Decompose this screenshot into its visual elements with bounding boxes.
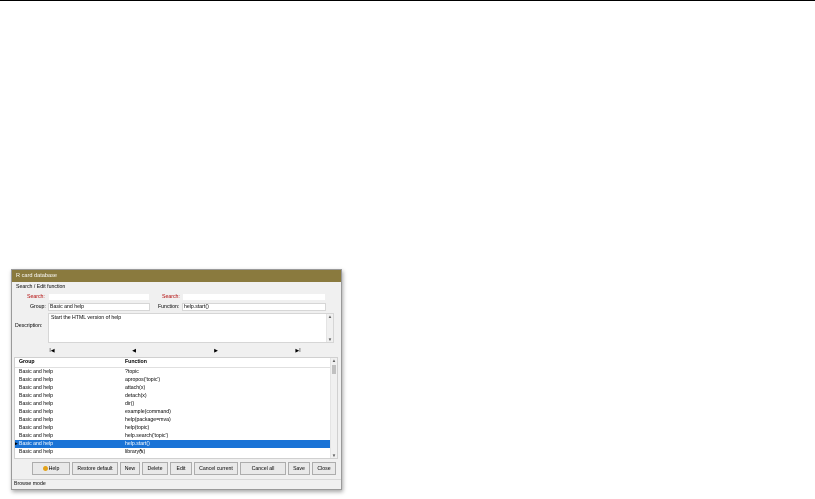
cancel-current-button[interactable]: Cancel current	[194, 462, 238, 475]
group-field[interactable]: Basic and help	[48, 303, 150, 311]
cell-group[interactable]: Basic and help	[19, 376, 53, 384]
column-header-function[interactable]: Function	[125, 358, 147, 367]
table-header: Group Function	[15, 358, 337, 368]
cell-function[interactable]: apropos('topic')	[125, 376, 160, 384]
cell-group[interactable]: Basic and help	[19, 400, 53, 408]
restore-default-button[interactable]: Restore default	[72, 462, 118, 475]
search-label-left: Search:	[27, 294, 45, 300]
first-record-button[interactable]: I◀	[42, 347, 62, 356]
search-label-right: Search:	[162, 294, 180, 300]
column-header-group[interactable]: Group	[19, 358, 35, 367]
cell-function[interactable]: attach(x)	[125, 384, 145, 392]
search-edit-legend: Search / Edit function	[16, 284, 66, 290]
cell-function[interactable]: detach(x)	[125, 392, 147, 400]
top-border-line	[0, 0, 815, 1]
help-button-label: Help	[48, 466, 60, 472]
table-row[interactable]: Basic and help help(package=mva)	[15, 416, 332, 424]
cell-function[interactable]: help.start()	[125, 440, 150, 448]
table-row[interactable]: Basic and help detach(x)	[15, 392, 332, 400]
table-row[interactable]: Basic and help example(command)	[15, 408, 332, 416]
cell-group[interactable]: Basic and help	[19, 392, 53, 400]
cell-group[interactable]: Basic and help	[19, 424, 53, 432]
description-text: Start the HTML version of help	[51, 315, 122, 321]
table-scrollbar[interactable]: ▲ ▼	[330, 358, 337, 458]
cell-group[interactable]: Basic and help	[19, 384, 53, 392]
description-scrollbar[interactable]: ▲ ▼	[326, 314, 333, 342]
status-bar: Browse mode	[12, 479, 341, 489]
record-navigator: I◀ ◀ ▶ ▶I	[14, 347, 337, 356]
scroll-up-icon[interactable]: ▲	[331, 358, 337, 363]
table-row[interactable]: Basic and help attach(x)	[15, 384, 332, 392]
cell-group[interactable]: Basic and help	[19, 432, 53, 440]
prev-record-button[interactable]: ◀	[124, 347, 144, 356]
table-row[interactable]: Basic and help library(x)	[15, 448, 332, 456]
cell-function[interactable]: help(package=mva)	[125, 416, 171, 424]
cell-function[interactable]: example(command)	[125, 408, 171, 416]
table-row[interactable]: Basic and help apropos('topic')	[15, 376, 332, 384]
button-bar: Help Restore default New Delete Edit Can…	[32, 462, 339, 475]
scroll-down-icon[interactable]: ▼	[327, 337, 333, 342]
scrollbar-thumb[interactable]	[332, 365, 336, 374]
cell-group[interactable]: Basic and help	[19, 368, 53, 376]
function-table[interactable]: Group Function Basic and help ?topic Basic…	[14, 357, 338, 459]
search-input-right[interactable]	[182, 293, 326, 301]
description-label: Description:	[15, 323, 43, 329]
table-row[interactable]: Basic and help dir()	[15, 400, 332, 408]
table-row[interactable]: Basic and help help(topic)	[15, 424, 332, 432]
function-label: Function:	[158, 304, 180, 310]
help-button[interactable]: Help	[32, 462, 70, 475]
cell-function[interactable]: ?topic	[125, 368, 139, 376]
scroll-up-icon[interactable]: ▲	[327, 314, 333, 319]
r-card-database-window: R card database Search / Edit function S…	[11, 269, 342, 490]
cell-function[interactable]: help.search('topic')	[125, 432, 168, 440]
mouse-cursor-icon: ↖	[139, 449, 145, 455]
save-button[interactable]: Save	[288, 462, 310, 475]
search-input-left[interactable]	[48, 293, 150, 301]
cell-group[interactable]: Basic and help	[19, 448, 53, 456]
help-icon	[42, 466, 48, 472]
cell-function[interactable]: help(topic)	[125, 424, 149, 432]
current-row-marker-icon: ▶	[14, 441, 18, 447]
next-record-button[interactable]: ▶	[206, 347, 226, 356]
edit-button[interactable]: Edit	[170, 462, 192, 475]
scroll-down-icon[interactable]: ▼	[331, 453, 337, 458]
cell-function[interactable]: dir()	[125, 400, 134, 408]
cell-group[interactable]: Basic and help	[19, 440, 53, 448]
window-title[interactable]: R card database	[12, 270, 341, 282]
delete-button[interactable]: Delete	[142, 462, 168, 475]
table-row[interactable]: ▶ Basic and help help.start()	[15, 440, 332, 448]
cell-group[interactable]: Basic and help	[19, 408, 53, 416]
last-record-button[interactable]: ▶I	[288, 347, 308, 356]
group-label: Group:	[30, 304, 46, 310]
function-field[interactable]: help.start()	[182, 303, 326, 311]
table-row[interactable]: Basic and help ?topic	[15, 368, 332, 376]
cancel-all-button[interactable]: Cancel all	[240, 462, 286, 475]
description-textarea[interactable]: Start the HTML version of help ▲ ▼	[48, 313, 334, 343]
cell-group[interactable]: Basic and help	[19, 416, 53, 424]
close-button[interactable]: Close	[312, 462, 336, 475]
table-row[interactable]: Basic and help help.search('topic')	[15, 432, 332, 440]
new-button[interactable]: New	[120, 462, 140, 475]
